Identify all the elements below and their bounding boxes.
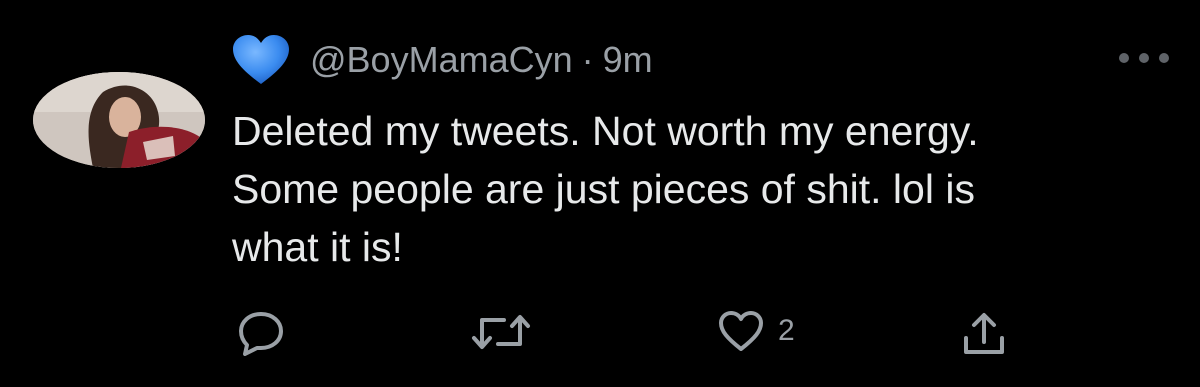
timestamp[interactable]: 9m [603,39,653,81]
avatar[interactable] [33,72,205,168]
share-icon [960,310,1008,358]
tweet-card[interactable]: @BoyMamaCyn · 9m Deleted my tweets. Not … [0,0,1200,387]
tweet-text-line-3: what it is! [232,224,403,270]
reply-button[interactable] [237,310,285,356]
separator-dot: · [581,39,594,80]
like-count: 2 [778,314,795,347]
heart-outline-icon [718,310,764,352]
user-handle[interactable]: @BoyMamaCyn [310,39,573,81]
tweet-text: Deleted my tweets. Not worth my energy. … [232,102,1172,276]
blue-heart-icon [232,34,290,86]
tweet-text-line-2: Some people are just pieces of shit. lol… [232,166,975,212]
tweet-text-line-1: Deleted my tweets. Not worth my energy. [232,108,979,154]
tweet-header: @BoyMamaCyn · 9m [232,30,653,90]
reply-icon [237,310,285,356]
retweet-icon [470,310,532,354]
retweet-button[interactable] [470,310,532,354]
like-button[interactable]: 2 [718,310,795,352]
share-button[interactable] [960,310,1008,358]
more-horizontal-icon[interactable] [1115,48,1173,68]
